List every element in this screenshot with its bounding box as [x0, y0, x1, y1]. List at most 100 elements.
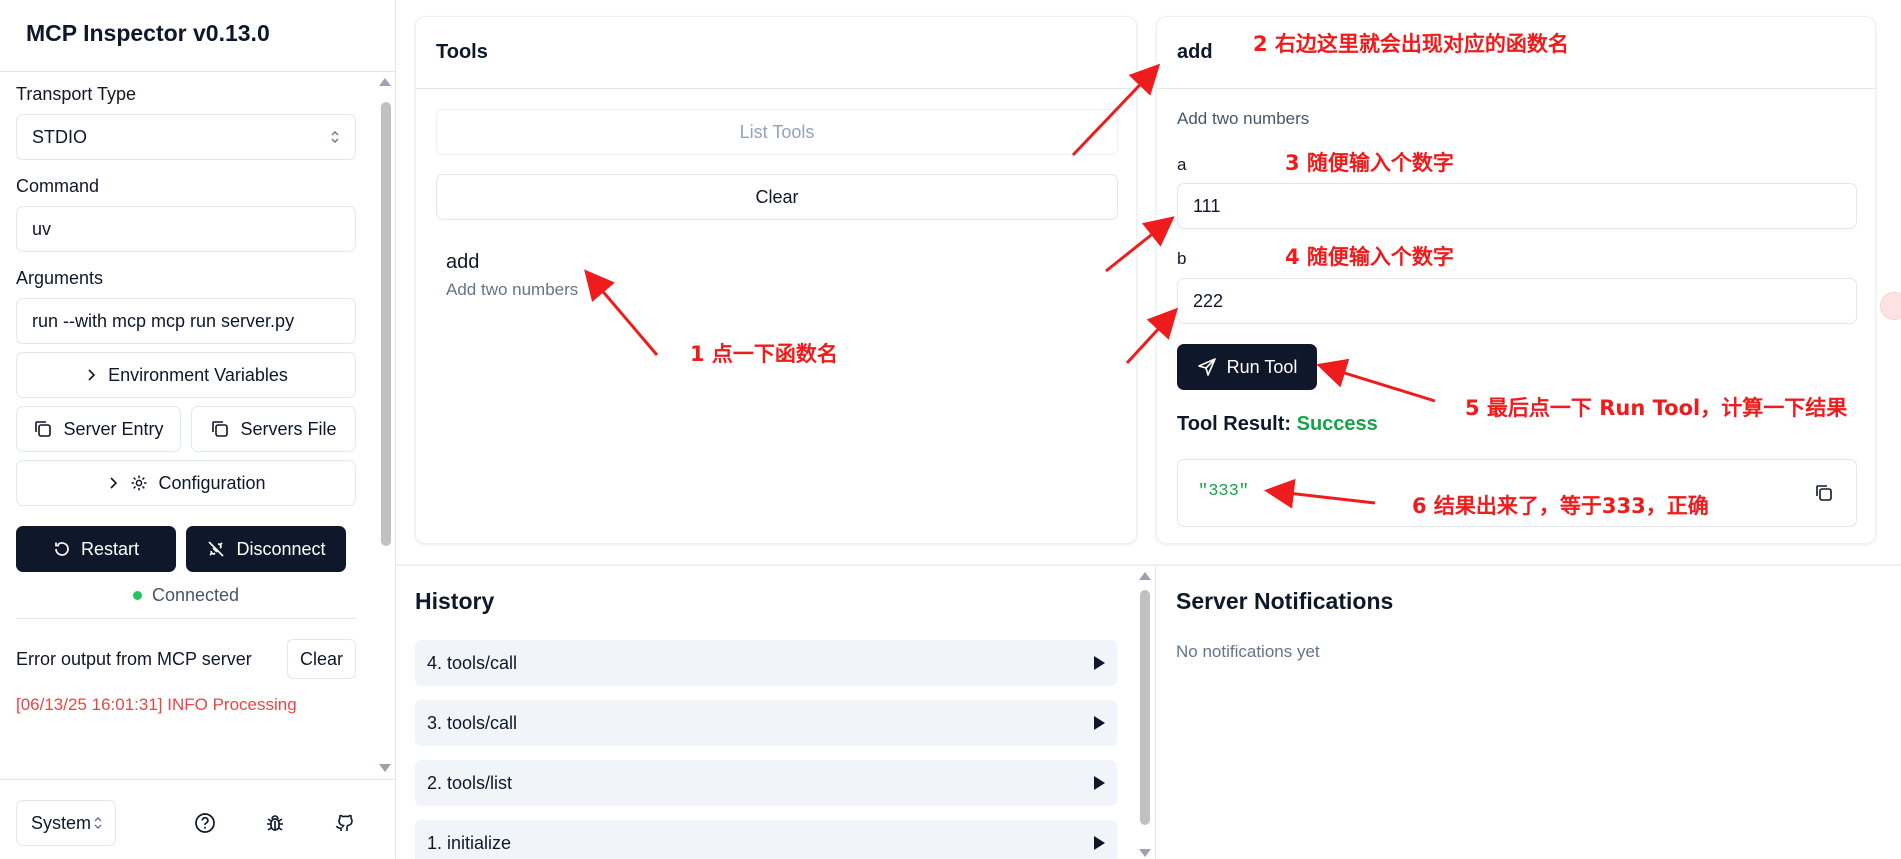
scroll-down-icon[interactable] — [379, 764, 391, 772]
run-tool-button[interactable]: Run Tool — [1177, 344, 1317, 390]
github-icon[interactable] — [333, 812, 355, 834]
tool-description: Add two numbers — [446, 280, 579, 299]
param-b-input[interactable]: 222 — [1177, 278, 1857, 324]
param-a-value: 111 — [1193, 195, 1221, 216]
restart-button[interactable]: Restart — [16, 526, 176, 572]
refresh-icon — [55, 542, 69, 556]
disconnect-label: Disconnect — [236, 538, 326, 559]
param-b-label: b — [1177, 249, 1187, 268]
status-text: Connected — [151, 584, 240, 605]
app-title: MCP Inspector v0.13.0 — [26, 20, 270, 46]
history-item-label: 4. tools/call — [427, 652, 518, 673]
history-title: History — [415, 588, 495, 614]
arguments-input[interactable]: run --with mcp mcp run server.py — [16, 298, 356, 344]
connection-status: Connected — [16, 584, 356, 606]
sidebar-scrollbar[interactable] — [381, 102, 391, 546]
annotation-step-2: 2 右边这里就会出现对应的函数名 — [1253, 32, 1569, 56]
disconnect-button[interactable]: Disconnect — [186, 526, 346, 572]
annotation-step-1: 1 点一下函数名 — [690, 342, 838, 366]
configuration-button[interactable]: Configuration — [16, 460, 356, 506]
vertical-divider — [1155, 566, 1156, 859]
command-label: Command — [16, 176, 100, 196]
tools-title: Tools — [416, 17, 1136, 89]
expand-icon[interactable] — [1094, 776, 1105, 790]
error-clear-button[interactable]: Clear — [286, 639, 356, 679]
expand-icon[interactable] — [1094, 716, 1105, 730]
bug-icon[interactable] — [264, 812, 286, 834]
theme-select[interactable]: System — [16, 800, 116, 846]
history-item[interactable]: 1. initialize — [415, 820, 1117, 859]
arguments-label: Arguments — [16, 268, 104, 288]
history-item-label: 1. initialize — [427, 832, 512, 853]
servers-file-label: Servers File — [240, 418, 337, 439]
tool-list-item[interactable]: add Add two numbers — [446, 251, 578, 300]
connection-settings: Transport Type STDIO Command uv Argument… — [16, 72, 356, 772]
restart-label: Restart — [80, 538, 140, 559]
command-value: uv — [32, 218, 52, 239]
tool-detail-description: Add two numbers — [1177, 109, 1310, 128]
theme-value: System — [31, 812, 92, 833]
tools-card: Tools List Tools Clear add Add two numbe… — [415, 16, 1137, 544]
tool-name: add — [446, 251, 480, 273]
send-icon — [1197, 358, 1216, 376]
annotation-step-3: 3 随便输入个数字 — [1285, 151, 1454, 175]
error-output-title: Error output from MCP server — [16, 648, 252, 669]
history-item-label: 2. tools/list — [427, 772, 513, 793]
history-item[interactable]: 3. tools/call — [415, 700, 1117, 746]
help-icon[interactable] — [194, 812, 216, 834]
error-clear-label: Clear — [299, 648, 343, 669]
chevron-right-icon — [88, 369, 96, 381]
annotation-step-6: 6 结果出来了，等于333，正确 — [1412, 494, 1709, 518]
list-tools-label: List Tools — [739, 121, 815, 142]
transport-type-select[interactable]: STDIO — [16, 114, 356, 160]
arguments-value: run --with mcp mcp run server.py — [32, 310, 295, 331]
command-input[interactable]: uv — [16, 206, 356, 252]
param-a-label: a — [1177, 155, 1187, 174]
transport-type-label: Transport Type — [16, 84, 137, 104]
sidebar-footer: System — [0, 779, 396, 859]
sidebar-header: MCP Inspector v0.13.0 — [0, 0, 395, 72]
expand-icon[interactable] — [1094, 836, 1105, 850]
expand-icon[interactable] — [1094, 656, 1105, 670]
copy-icon[interactable] — [1814, 483, 1834, 503]
scroll-down-icon[interactable] — [1139, 849, 1151, 857]
divider — [16, 618, 356, 619]
transport-type-value: STDIO — [32, 126, 88, 147]
tool-detail-card: add Add two numbers a 111 b 222 Run Tool… — [1156, 16, 1876, 544]
tool-result-label: Tool Result: — [1177, 413, 1292, 435]
history-scrollbar[interactable] — [1140, 590, 1150, 825]
annotation-step-5: 5 最后点一下 Run Tool，计算一下结果 — [1465, 396, 1848, 420]
panel-divider — [396, 564, 1901, 566]
tool-result-heading: Tool Result: Success — [1177, 413, 1378, 436]
servers-file-button[interactable]: Servers File — [191, 406, 356, 452]
error-log-line: [06/13/25 16:01:31] INFO Processing — [16, 695, 297, 714]
configuration-label: Configuration — [158, 472, 266, 493]
param-b-value: 222 — [1193, 290, 1224, 311]
history-item[interactable]: 4. tools/call — [415, 640, 1117, 686]
notifications-empty: No notifications yet — [1176, 642, 1320, 661]
unplug-icon — [208, 541, 225, 557]
annotation-step-4: 4 随便输入个数字 — [1285, 245, 1454, 269]
environment-variables-label: Environment Variables — [108, 364, 288, 385]
copy-icon — [212, 421, 229, 437]
server-entry-button[interactable]: Server Entry — [16, 406, 181, 452]
clear-tools-label: Clear — [755, 186, 799, 207]
scroll-up-icon[interactable] — [379, 78, 391, 86]
chevron-up-down-icon — [94, 817, 102, 829]
run-tool-label: Run Tool — [1226, 356, 1298, 377]
environment-variables-button[interactable]: Environment Variables — [16, 352, 356, 398]
floating-avatar[interactable] — [1880, 292, 1901, 320]
param-a-input[interactable]: 111 — [1177, 183, 1857, 229]
tool-result-value: "333" — [1198, 482, 1250, 501]
history-item[interactable]: 2. tools/list — [415, 760, 1117, 806]
server-entry-label: Server Entry — [63, 418, 164, 439]
scroll-up-icon[interactable] — [1139, 572, 1151, 580]
copy-icon — [35, 421, 52, 437]
chevron-right-icon — [110, 477, 118, 489]
gear-icon — [131, 475, 147, 491]
list-tools-button[interactable]: List Tools — [436, 109, 1118, 155]
sidebar: MCP Inspector v0.13.0 Transport Type STD… — [0, 0, 396, 859]
clear-tools-button[interactable]: Clear — [436, 174, 1118, 220]
chevron-up-down-icon — [330, 130, 340, 144]
history-item-label: 3. tools/call — [427, 712, 518, 733]
